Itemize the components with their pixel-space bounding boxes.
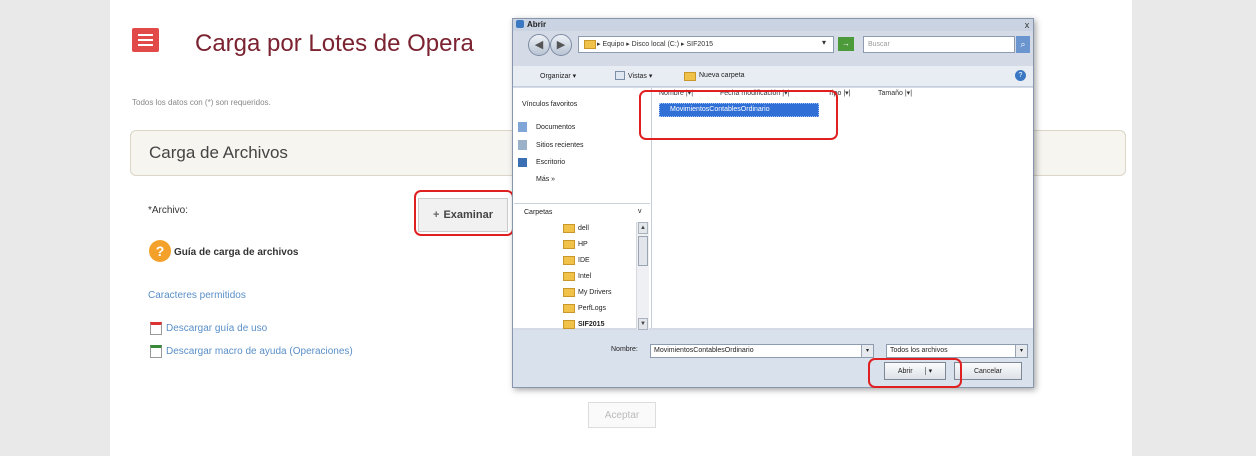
folder-icon — [584, 40, 596, 49]
help-title: Guía de carga de archivos — [174, 247, 299, 258]
folders-header: Carpetas — [524, 209, 553, 216]
desktop-icon — [518, 158, 527, 167]
excel-icon — [150, 345, 162, 358]
file-field-label: *Archivo: — [148, 205, 189, 216]
descargar-macro-link[interactable]: Descargar macro de ayuda (Operaciones) — [166, 346, 353, 357]
go-icon[interactable]: → — [838, 37, 854, 51]
page-title: Carga por Lotes de Opera — [195, 30, 474, 57]
filename-input[interactable]: MovimientosContablesOrdinario ▾ — [650, 344, 874, 358]
dialog-app-icon — [516, 20, 524, 28]
chevron-down-icon[interactable]: ▾ — [861, 345, 873, 357]
divider — [514, 203, 650, 204]
favorite-mas[interactable]: Más » — [536, 176, 555, 183]
search-icon[interactable]: ⌕ — [1016, 36, 1030, 53]
help-icon: ? — [149, 240, 171, 262]
filename-value: MovimientosContablesOrdinario — [654, 347, 754, 354]
nueva-carpeta-button[interactable]: Nueva carpeta — [699, 72, 745, 79]
organizar-menu[interactable]: Organizar ▾ — [540, 72, 576, 80]
vistas-icon — [615, 71, 625, 80]
folder-icon — [563, 304, 575, 313]
filetype-select[interactable]: Todos los archivos ▾ — [886, 344, 1028, 358]
folder-dell[interactable]: dell — [578, 225, 589, 232]
descargar-guia-link[interactable]: Descargar guía de uso — [166, 323, 267, 334]
address-dropdown-icon[interactable]: ▾ — [822, 38, 826, 47]
caracteres-permitidos-link[interactable]: Caracteres permitidos — [148, 290, 246, 301]
scroll-up-icon[interactable]: ▲ — [638, 222, 648, 234]
dialog-titlebar — [513, 19, 1033, 31]
dialog-toolbar — [513, 66, 1033, 87]
vistas-menu[interactable]: Vistas ▾ — [628, 72, 652, 80]
back-icon[interactable]: ◀ — [528, 34, 550, 56]
menu-icon[interactable] — [132, 28, 159, 52]
folder-hp[interactable]: HP — [578, 241, 588, 248]
favorite-documentos[interactable]: Documentos — [536, 124, 575, 131]
folder-intel[interactable]: Intel — [578, 273, 591, 280]
required-fields-note: Todos los datos con (*) son requeridos. — [132, 98, 271, 107]
folder-perflogs[interactable]: PerfLogs — [578, 305, 606, 312]
close-icon[interactable]: x — [1022, 20, 1032, 30]
favorite-escritorio[interactable]: Escritorio — [536, 159, 565, 166]
search-input[interactable]: Buscar — [863, 36, 1015, 53]
address-path: ▸ Equipo ▸ Disco local (C:) ▸ SIF2015 — [597, 41, 713, 48]
folder-icon — [563, 224, 575, 233]
dialog-title: Abrir — [527, 20, 547, 29]
favorite-sitios-recientes[interactable]: Sitios recientes — [536, 142, 583, 149]
favorites-header: Vínculos favoritos — [522, 101, 578, 108]
documents-icon — [518, 122, 527, 132]
folder-icon — [563, 240, 575, 249]
highlight-open-button — [868, 358, 962, 388]
folder-ide[interactable]: IDE — [578, 257, 590, 264]
folder-icon — [563, 320, 575, 329]
highlight-file — [639, 90, 838, 140]
highlight-examinar — [414, 190, 514, 236]
recent-sites-icon — [518, 140, 527, 150]
filename-label: Nombre: — [611, 346, 638, 353]
folder-my-drivers[interactable]: My Drivers — [578, 289, 611, 296]
forward-icon[interactable]: ▶ — [550, 34, 572, 56]
help-circle-icon[interactable]: ? — [1015, 70, 1026, 81]
chevron-down-icon[interactable]: ▾ — [1015, 345, 1027, 357]
chevron-down-icon[interactable]: v — [638, 208, 642, 215]
cancel-button[interactable]: Cancelar — [954, 362, 1022, 380]
folder-icon — [563, 256, 575, 265]
accept-button[interactable]: Aceptar — [588, 402, 656, 428]
column-tamano[interactable]: Tamaño |▾| — [878, 88, 912, 100]
scroll-down-icon[interactable]: ▼ — [638, 318, 648, 330]
folder-icon — [563, 272, 575, 281]
folder-sif2015[interactable]: SIF2015 — [578, 321, 604, 328]
pdf-icon — [150, 322, 162, 335]
folder-icon — [563, 288, 575, 297]
panel-title: Carga de Archivos — [149, 143, 288, 162]
filetype-value: Todos los archivos — [890, 347, 948, 354]
folders-scrollbar[interactable]: ▲ ▼ — [636, 222, 649, 332]
new-folder-icon — [684, 72, 696, 81]
scroll-thumb[interactable] — [638, 236, 648, 266]
address-bar[interactable]: ▸ Equipo ▸ Disco local (C:) ▸ SIF2015 — [578, 36, 834, 53]
